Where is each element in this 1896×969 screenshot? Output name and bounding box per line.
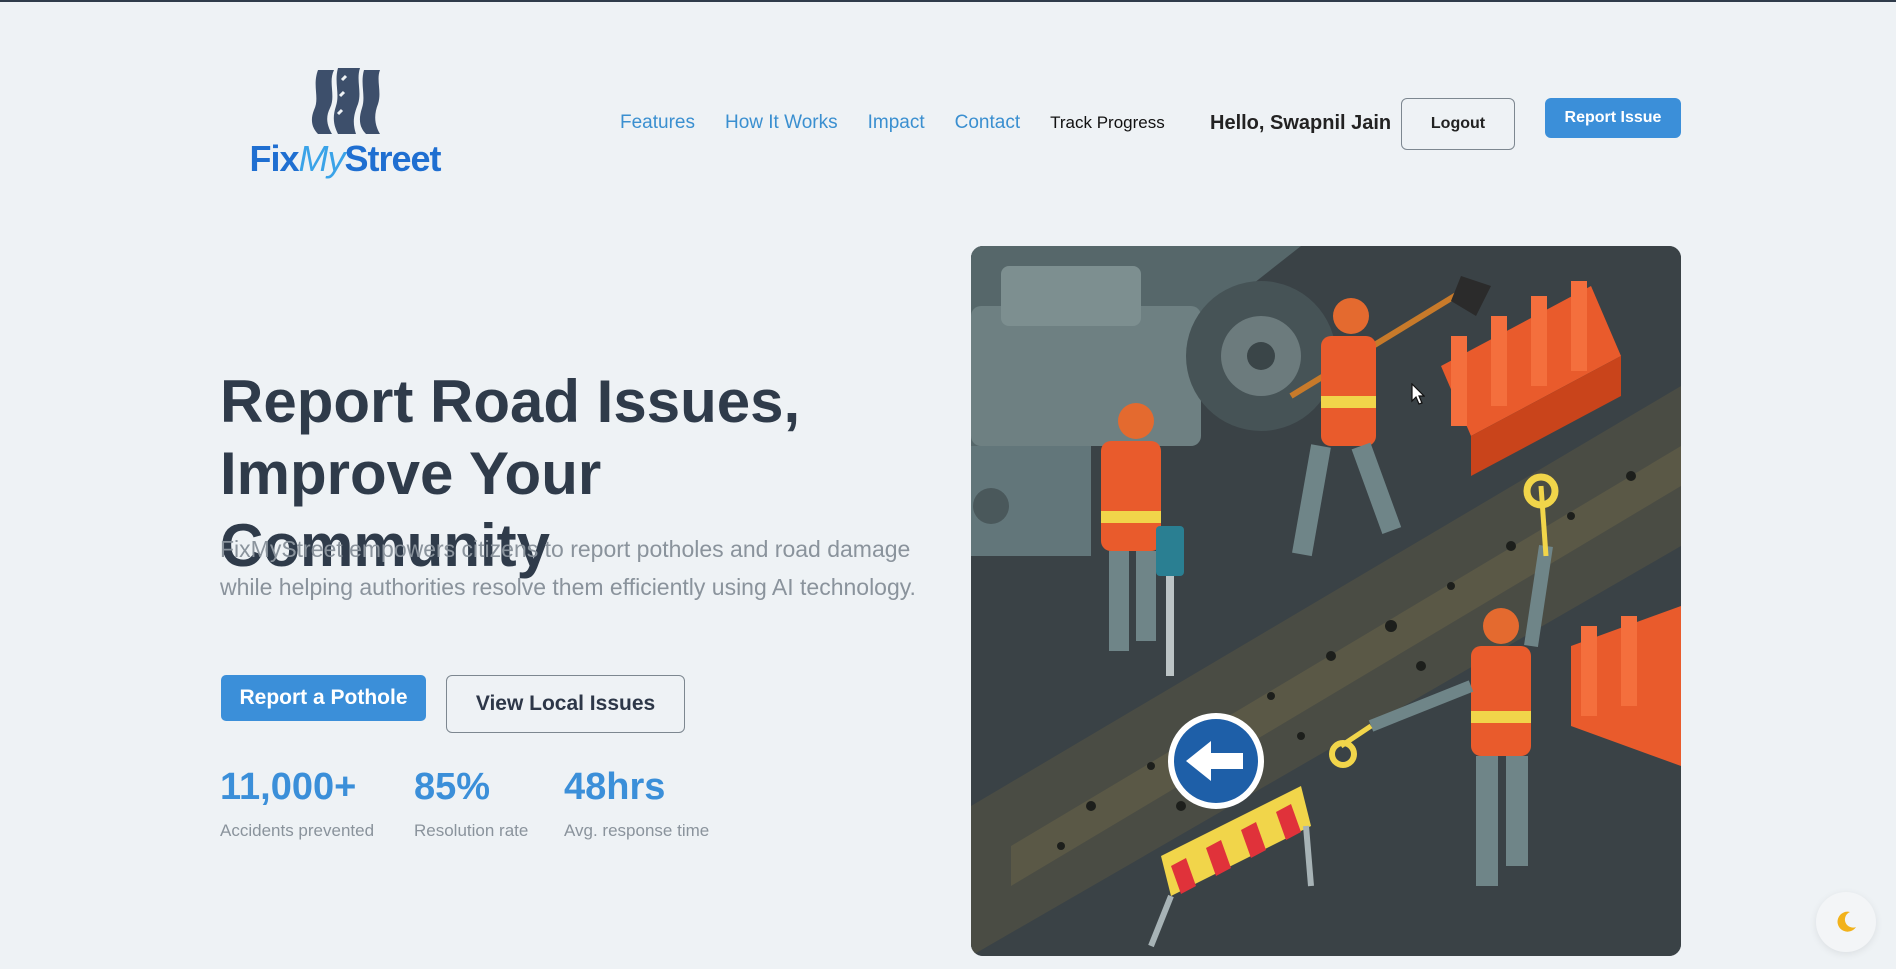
view-local-issues-button[interactable]: View Local Issues (446, 675, 685, 733)
hero-description: FixMyStreet empowers citizens to report … (220, 536, 916, 600)
stat-resolution: 85% Resolution rate (414, 765, 528, 841)
nav-link-features[interactable]: Features (620, 112, 695, 134)
stat-value: 11,000+ (220, 766, 357, 808)
nav-link-track-progress[interactable]: Track Progress (1050, 113, 1165, 133)
nav-link-how-it-works[interactable]: How It Works (725, 112, 838, 134)
brand-fix: Fix (249, 138, 299, 179)
brand-street: Street (344, 138, 441, 179)
road-repair-illustration (971, 246, 1681, 956)
main-nav: Features How It Works Impact Contact Tra… (620, 112, 1195, 134)
theme-toggle-button[interactable] (1816, 892, 1876, 952)
hero-title-line1: Report Road Issues, (220, 368, 801, 435)
brand-my: My (298, 138, 345, 179)
report-pothole-button[interactable]: Report a Pothole (221, 675, 426, 721)
stat-label: Accidents prevented (220, 821, 375, 840)
stat-value: 48hrs (564, 766, 666, 808)
moon-icon (1837, 911, 1856, 932)
top-border (0, 0, 1896, 2)
site-logo[interactable]: FixMyStreet (242, 62, 448, 182)
nav-link-impact[interactable]: Impact (868, 112, 925, 134)
brand-wordmark: FixMyStreet (242, 138, 448, 180)
logout-button[interactable]: Logout (1401, 98, 1515, 150)
stat-label: Resolution rate (414, 821, 529, 840)
report-issue-button[interactable]: Report Issue (1545, 98, 1681, 138)
stat-response-time: 48hrs Avg. response time (564, 765, 709, 841)
nav-link-contact[interactable]: Contact (955, 112, 1020, 134)
mouse-cursor-icon (1411, 383, 1425, 405)
stat-value: 85% (414, 766, 491, 808)
stat-accidents: 11,000+ Accidents prevented (220, 765, 374, 841)
user-greeting: Hello, Swapnil Jain (1210, 112, 1392, 134)
stat-label: Avg. response time (564, 821, 710, 840)
